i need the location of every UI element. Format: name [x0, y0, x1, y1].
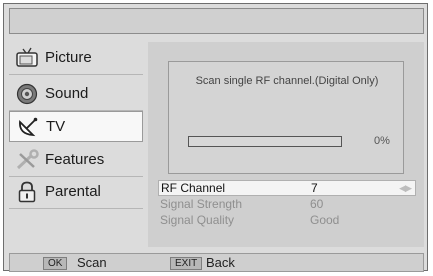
sidebar-menu: Picture Sound TV Features Parental: [9, 42, 143, 247]
tv-icon: [13, 46, 41, 70]
exit-key-badge[interactable]: EXIT: [170, 257, 203, 270]
sidebar-item-features[interactable]: Features: [9, 144, 143, 175]
lock-icon: [13, 180, 41, 204]
satellite-icon: [14, 115, 42, 139]
scan-progress-bar: [188, 136, 342, 147]
sidebar-item-parental[interactable]: Parental: [9, 176, 143, 207]
rf-channel-value: 7: [311, 181, 318, 195]
signal-strength-row: Signal Strength 60: [158, 196, 416, 212]
tv-settings-panel: Scan single RF channel.(Digital Only) 0%…: [148, 42, 424, 247]
signal-strength-label: Signal Strength: [160, 197, 243, 211]
signal-strength-value: 60: [310, 197, 324, 211]
signal-quality-label: Signal Quality: [160, 213, 235, 227]
signal-quality-value: Good: [310, 213, 340, 227]
sidebar-item-label: TV: [46, 118, 66, 135]
sidebar-item-sound[interactable]: Sound: [9, 78, 143, 109]
scan-message: Scan single RF channel.(Digital Only): [195, 75, 379, 87]
rf-channel-row[interactable]: RF Channel 7 ◀▶: [158, 180, 416, 196]
speaker-icon: [13, 82, 41, 106]
divider: [9, 74, 143, 75]
rf-channel-label: RF Channel: [161, 181, 226, 195]
exit-key-label: Back: [206, 255, 235, 270]
footer-hint-bar: OK Scan EXIT Back: [9, 253, 424, 272]
ok-key-badge[interactable]: OK: [43, 257, 68, 270]
sidebar-item-label: Sound: [45, 85, 89, 102]
ok-key-label: Scan: [77, 255, 107, 270]
sidebar-item-picture[interactable]: Picture: [9, 42, 143, 73]
left-right-arrows-icon[interactable]: ◀▶: [399, 183, 412, 194]
scan-progress-percent: 0%: [374, 135, 390, 147]
sidebar-item-label: Parental: [45, 183, 101, 200]
title-bar: [9, 8, 424, 34]
divider: [9, 208, 143, 209]
menu-window: Picture Sound TV Features Parental Scan …: [3, 3, 428, 272]
sidebar-item-label: Features: [45, 151, 105, 168]
tools-icon: [13, 148, 41, 172]
signal-quality-row: Signal Quality Good: [158, 212, 416, 228]
sidebar-item-tv[interactable]: TV: [9, 111, 143, 142]
scan-status-box: Scan single RF channel.(Digital Only) 0%: [168, 61, 404, 174]
sidebar-item-label: Picture: [45, 49, 92, 66]
